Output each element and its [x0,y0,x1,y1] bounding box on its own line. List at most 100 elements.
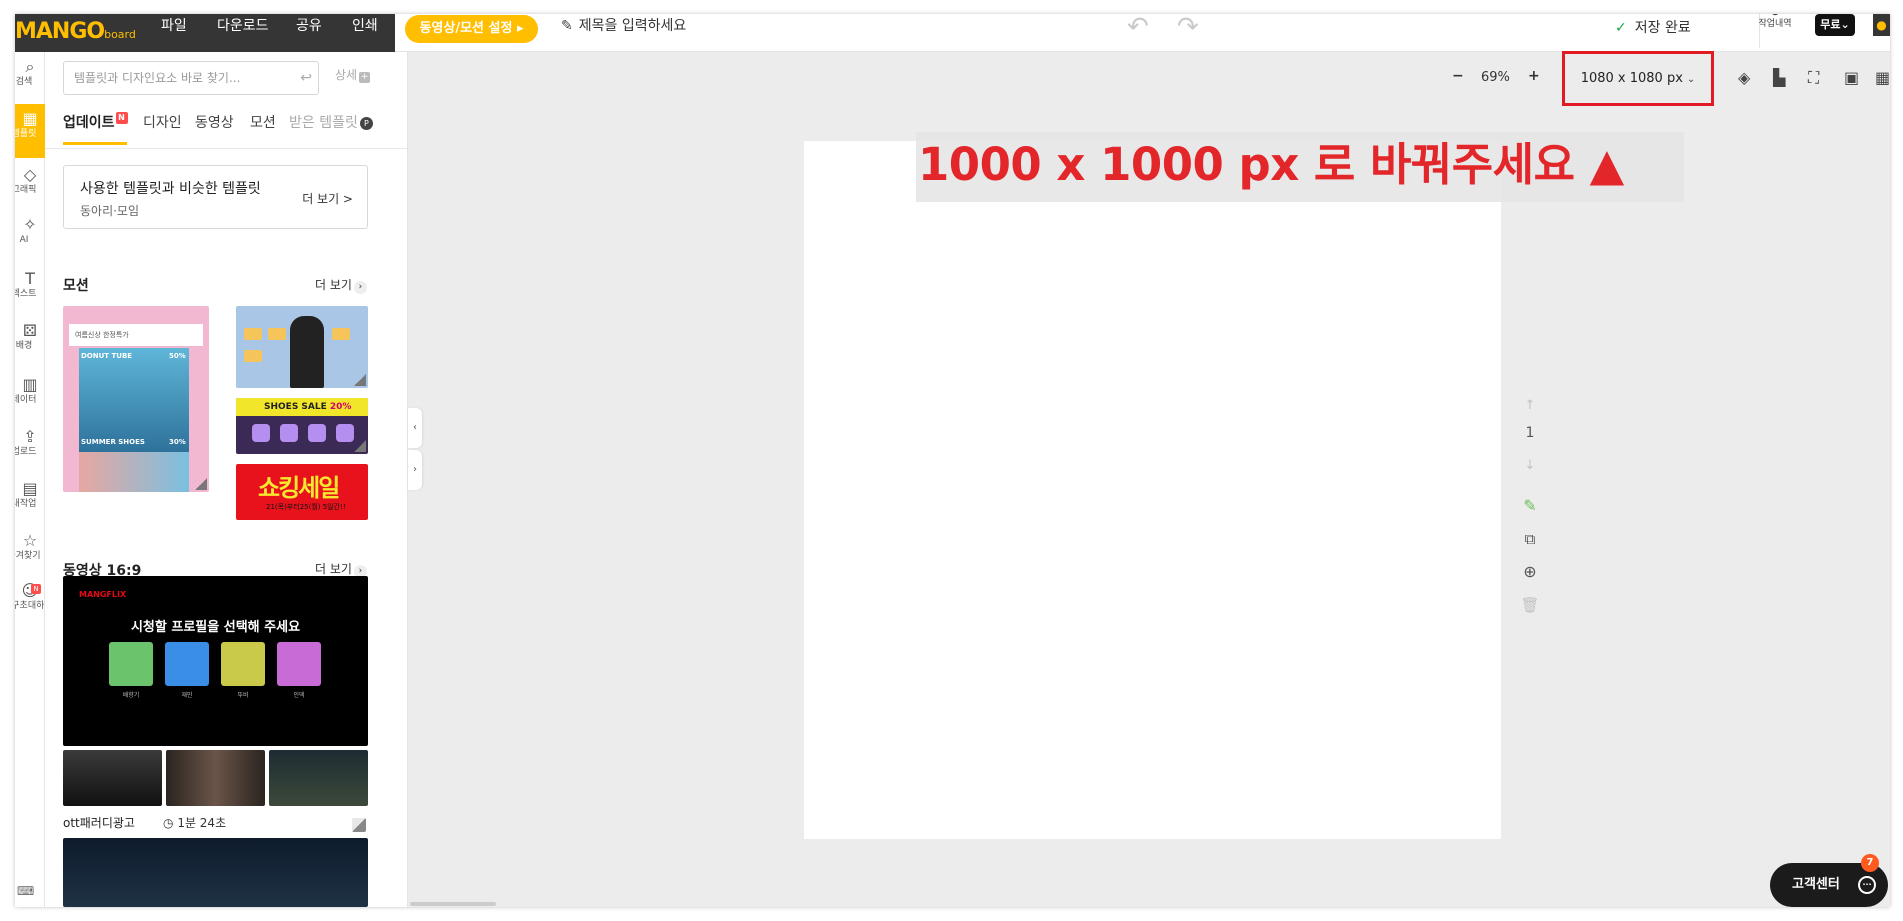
ai-icon: ✧ [23,215,37,234]
zoom-level[interactable]: 69% [1481,70,1510,85]
tab-update[interactable]: 업데이트 N [63,112,128,132]
thumbnail-banner: SHOES SALE 20% [236,398,368,416]
upload-icon: ⇪ [23,427,37,446]
favorite-icon: ☆ [22,531,38,550]
template-thumbnail-folders[interactable] [236,306,368,388]
thumbnail-header: 여름신상 한정특가 [69,324,203,346]
ruler-icon[interactable]: ▙ [1773,68,1785,87]
rail-my-work[interactable]: ▤ 내작업 [15,480,45,520]
graphic-icon: ◇ [23,165,37,184]
collapse-panel-button[interactable]: ‹ [408,408,422,448]
tab-video[interactable]: 동영상 [195,112,234,132]
divider [45,148,407,149]
new-badge: N [31,584,41,594]
rail-text[interactable]: T 텍스트 [15,270,45,310]
keyboard-icon[interactable]: ⌨ [17,884,34,898]
template-thumbnail-shoes-sale[interactable]: SHOES SALE 20% [236,398,368,454]
profile-avatar [277,642,321,686]
clock-icon: ◷ [163,816,174,830]
menu-download[interactable]: 다운로드 [217,15,269,35]
expand-panel-button[interactable]: › [408,450,422,490]
rail-upload[interactable]: ⇪ 업로드 [15,428,45,468]
template-panel: 템플릿과 디자인요소 바로 찾기... ↩ 상세 + 업데이트 N 디자인 동영상 모… [45,52,408,907]
video-duration: ◷ 1분 24초 [163,816,227,830]
enter-icon: ↩ [300,70,312,86]
rail-background[interactable]: ⚄ 배경 [15,322,45,362]
top-bar: MANGOboard 파일 다운로드 공유 인쇄 동영상/모션 설정 ▸ ✎ 제목… [15,14,1890,52]
rail-data[interactable]: ▥ 데이터 [15,376,45,416]
data-icon: ▥ [22,375,38,394]
profile-label: 재민 [181,692,193,699]
rail-favorite[interactable]: ☆즐겨찾기 [15,532,45,572]
page-up-button[interactable]: ↑ [1520,394,1540,413]
tab-motion[interactable]: 모션 [250,112,276,132]
menu-print[interactable]: 인쇄 [352,15,378,35]
video-thumbnail-ott[interactable]: MANGFLIX 시청할 프로필을 선택해 주세요 배향기 재민 뚜비 인덱 [63,576,368,746]
page-down-button[interactable]: ↓ [1520,454,1540,473]
thumbnail-image [79,452,189,492]
add-page-icon[interactable]: ⊕ [1520,562,1540,581]
zoom-out-button[interactable]: − [1452,68,1464,84]
template-search-input[interactable]: 템플릿과 디자인요소 바로 찾기... ↩ [63,61,319,95]
resize-icon[interactable] [352,818,366,832]
duplicate-page-icon[interactable]: ⧉ [1520,530,1540,548]
undo-icon[interactable]: ↶ [1127,14,1149,40]
motion-more-link[interactable]: 더 보기 › [315,276,367,294]
title-input[interactable]: ✎ 제목을 입력하세요 [561,15,686,35]
tab-received-templates[interactable]: 받은 템플릿 P [289,112,373,132]
history-button[interactable]: ↻작업내역 [1755,14,1795,30]
template-thumbnail-summer-sale[interactable]: 여름신상 한정특가 DONUT TUBE 50% SUMMER SHOES 30… [63,306,209,492]
menu-share[interactable]: 공유 [296,15,322,35]
similar-more-link[interactable]: 더 보기 > [302,190,353,207]
menu-file[interactable]: 파일 [161,15,187,35]
thumbnail-brand: MANGFLIX [79,590,127,599]
thumbnail-label: 50% [169,352,186,360]
color-picker-icon[interactable]: ✎ [1520,496,1540,515]
layers-icon[interactable]: ◈ [1738,68,1750,87]
chevron-down-icon: ⌄ [1686,74,1696,85]
template-thumbnail-shocking-sale[interactable]: 쇼킹세일 21(목)부터25(월) 5일간!! [236,464,368,520]
mangoboard-logo[interactable]: MANGOboard [15,19,136,44]
instruction-annotation: 1000 x 1000 px 로 바꿔주세요 ▲ [916,132,1684,202]
canvas-size-select[interactable]: 1080 x 1080 px ⌄ [1562,51,1714,106]
pages-icon[interactable]: ▦ [1875,68,1890,87]
video-title: ott패러디광고 [63,816,135,830]
crop-icon[interactable]: ⛶ [1808,68,1819,88]
plan-badge[interactable]: 무료⌄ [1815,14,1855,36]
thumbnail-label: DONUT TUBE [81,352,133,360]
app-window: MANGOboard 파일 다운로드 공유 인쇄 동영상/모션 설정 ▸ ✎ 제목… [15,14,1890,907]
delete-page-icon[interactable]: 🗑 [1520,596,1540,614]
folder-icon [332,328,350,340]
detail-search-button[interactable]: 상세 + [335,66,371,83]
rail-ai[interactable]: ✧ AI [15,216,45,256]
pencil-icon: ✎ [561,18,573,34]
rail-search[interactable]: ⌕ 검색 [15,58,45,98]
notification-badge: 7 [1861,854,1879,872]
folder-icon [244,328,262,340]
redo-icon[interactable]: ↷ [1177,14,1199,40]
zoom-in-button[interactable]: + [1528,68,1540,84]
check-icon: ✓ [1615,20,1627,36]
title-placeholder: 제목을 입력하세요 [578,18,687,34]
video-motion-setting-button[interactable]: 동영상/모션 설정 ▸ [405,15,538,43]
thumbnail-subtitle: 21(목)부터25(월) 5일간!! [266,503,346,511]
top-bar-menu-area: MANGOboard 파일 다운로드 공유 인쇄 [15,14,395,52]
tab-design[interactable]: 디자인 [143,112,182,132]
rail-template[interactable]: ▦ 템플릿 [15,104,45,158]
thumbnail-shoe [308,424,326,442]
design-canvas[interactable] [804,141,1501,839]
video-frame [269,750,368,806]
template-icon: ▦ [22,109,38,128]
similar-templates-card[interactable]: 사용한 템플릿과 비슷한 템플릿 동아리·모임 더 보기 > [63,165,368,229]
rail-graphic[interactable]: ◇ 그래픽 [15,166,45,206]
chevron-right-icon: › [353,281,367,294]
text-icon: T [25,269,35,288]
profile-label: 배향기 [122,692,140,699]
grid-icon[interactable]: ▣ [1844,68,1859,87]
premium-icon: P [359,116,373,130]
coin-icon[interactable]: ● [1873,14,1890,36]
panel-tabs: 업데이트 N 디자인 동영상 모션 받은 템플릿 P [63,112,393,148]
save-status: ✓ 저장 완료 [1615,20,1691,36]
scrollbar[interactable] [410,902,496,906]
video-thumbnail-night[interactable] [63,838,368,907]
